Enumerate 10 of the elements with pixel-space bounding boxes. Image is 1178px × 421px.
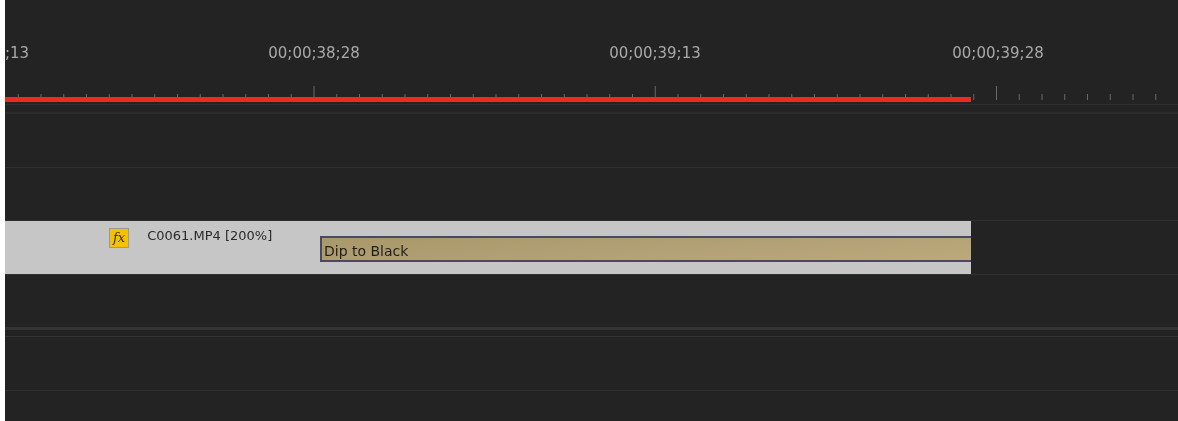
work-area-bar[interactable]: [5, 97, 971, 102]
timecode-label: 00;00;38;28: [268, 44, 360, 62]
transition-block[interactable]: Dip to Black: [320, 236, 971, 262]
clip-name: C0061.MP4 [200%]: [147, 228, 273, 243]
transition-name: Dip to Black: [323, 243, 409, 260]
timecode-label: 00;00;39;13: [609, 44, 701, 62]
timecode-label: 00;00;39;28: [952, 44, 1044, 62]
fx-badge: fx: [109, 228, 130, 248]
video-clip[interactable]: fx C0061.MP4 [200%] Dip to Black: [5, 221, 971, 274]
timecode-label: ;13: [5, 44, 30, 62]
